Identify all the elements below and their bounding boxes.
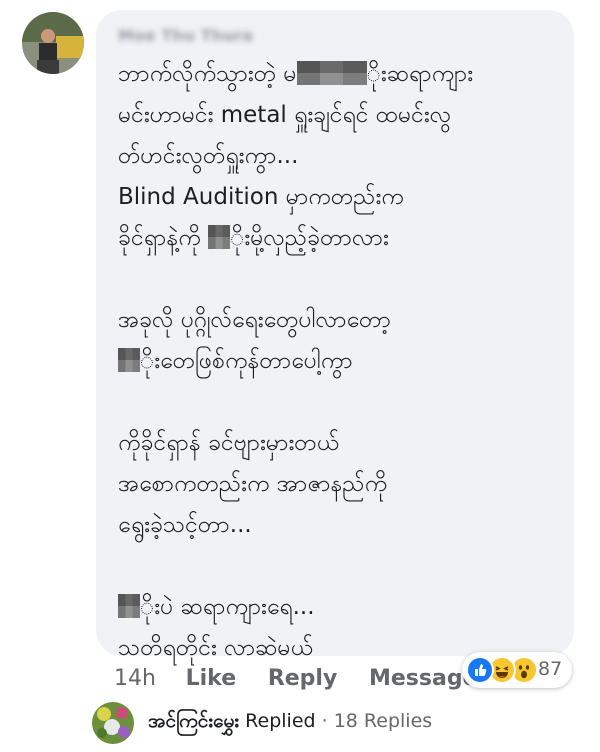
censored-text xyxy=(118,348,140,372)
comment-text-segment: ိုးမို့လှည့်ခဲ့တာလား xyxy=(230,225,389,251)
reaction-count: 87 xyxy=(538,658,563,680)
comment-line: ကိုခိုင်ရှာန် ခင်ဗျားမှားတယ် xyxy=(118,423,568,464)
comment-text-segment: ကိုခိုင်ရှာန် ခင်ဗျားမှားတယ် xyxy=(118,430,340,456)
comment-text-segment: အခုလို ပုဂ္ဂိုလ်ရေးတွေပါလာတော့ xyxy=(118,307,391,333)
comment-timestamp[interactable]: 14h xyxy=(114,666,156,691)
reply-separator: · xyxy=(321,710,328,732)
comment-line: တ်ဟင်းလွတ်ရှူးကွာ... xyxy=(118,136,568,177)
comment-line: အခုလို ပုဂ္ဂိုလ်ရေးတွေပါလာတော့ xyxy=(118,300,568,341)
comment-text-segment: အစောကတည်းက အာဇာနည်ကို xyxy=(118,471,388,497)
comment-text-segment: ရွေးခဲ့သင့်တာ... xyxy=(118,512,252,538)
reactions-summary[interactable]: 87 xyxy=(462,652,572,688)
commenter-avatar[interactable] xyxy=(22,12,84,74)
comment-text-segment: တ်ဟင်းလွတ်ရှူးကွာ... xyxy=(118,143,299,169)
replier-avatar xyxy=(92,702,134,744)
comment-text-segment: မင်းဟာမင်း metal ရှူးချင်ရင် ထမင်းလွ xyxy=(118,102,452,128)
replier-name: အင်ကြင်းမွှေး xyxy=(148,710,240,732)
comment-text: ဘာက်လိုက်သွားတဲ့ မိုးဆရာကျားမင်းဟာမင်း m… xyxy=(118,54,568,669)
comment-line: ရွေးခဲ့သင့်တာ... xyxy=(118,505,568,546)
comment-line: ခိုင်ရှာနဲ့ကို ိုးမို့လှည့်ခဲ့တာလား xyxy=(118,218,568,259)
comment-line: Blind Audition မှာကတည်းက xyxy=(118,177,568,218)
censored-text xyxy=(118,594,140,618)
like-icon xyxy=(466,656,494,684)
censored-text xyxy=(208,225,231,249)
comment-line: အစောကတည်းက အာဇာနည်ကို xyxy=(118,464,568,505)
comment-line: မင်းဟာမင်း metal ရှူးချင်ရင် ထမင်းလွ xyxy=(118,95,568,136)
comment-text-segment: သတိရတိုင်း လာဆဲမယ် xyxy=(118,635,313,661)
comment-actions: 14h Like Reply Message xyxy=(114,666,502,691)
comment-text-segment: ခိုင်ရှာနဲ့ကို xyxy=(118,225,209,251)
like-button[interactable]: Like xyxy=(186,666,237,691)
comment-text-segment: ိုးဆရာကျား xyxy=(366,61,474,87)
comment-line: ဘာက်လိုက်သွားတဲ့ မိုးဆရာကျား xyxy=(118,54,568,95)
comment-line: ိုးပဲ ဆရာကျားရေ... xyxy=(118,587,568,628)
comment-text-segment: Blind Audition မှာကတည်းက xyxy=(118,184,404,210)
reply-count: 18 Replies xyxy=(333,710,433,732)
comment-text-segment: ိုးပဲ ဆရာကျားရေ... xyxy=(140,594,315,620)
comment-text-segment: ဘာက်လိုက်သွားတဲ့ မ xyxy=(118,61,297,87)
replies-summary[interactable]: အင်ကြင်းမွှေး Replied · 18 Replies xyxy=(92,702,532,746)
replied-label: Replied xyxy=(245,710,316,732)
reply-button[interactable]: Reply xyxy=(268,666,338,691)
censored-text xyxy=(296,61,367,85)
comment-text-segment: ိုးတေဖြစ်ကုန်တာပေါ့ကွာ xyxy=(140,348,353,374)
comment-line: ိုးတေဖြစ်ကုန်တာပေါ့ကွာ xyxy=(118,341,568,382)
comment-author-name[interactable]: Moe Thu Thura xyxy=(118,26,270,46)
